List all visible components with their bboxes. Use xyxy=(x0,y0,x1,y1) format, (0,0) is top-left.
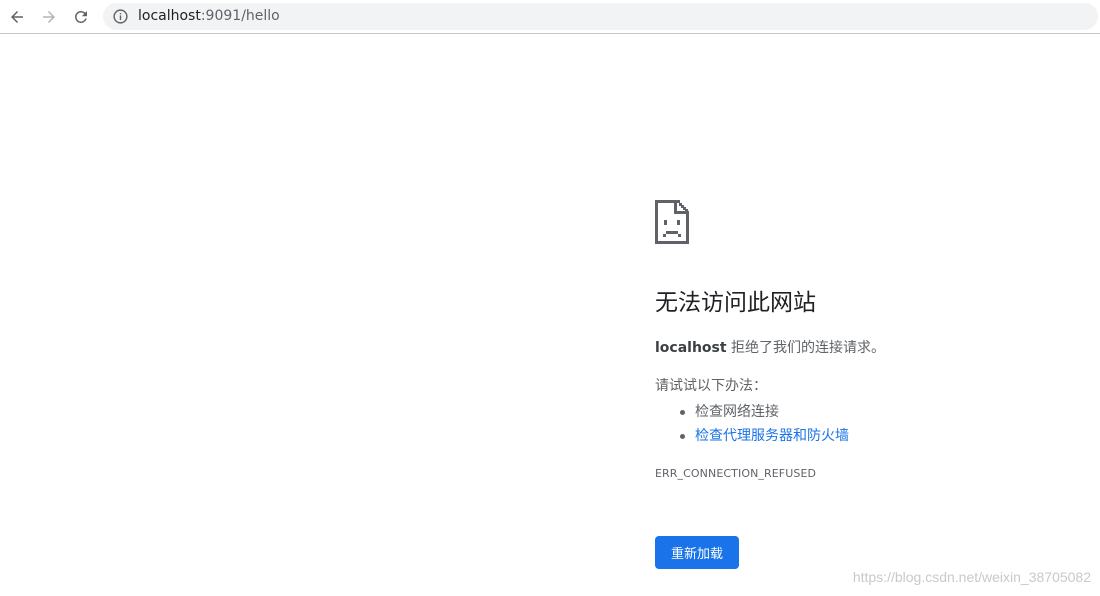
suggestion-check-proxy-link[interactable]: 检查代理服务器和防火墙 xyxy=(655,424,849,448)
suggestions-list: 检查网络连接 检查代理服务器和防火墙 xyxy=(655,400,849,448)
summary-text: 拒绝了我们的连接请求。 xyxy=(726,340,886,356)
reload-page-button[interactable] xyxy=(68,4,94,30)
error-code: ERR_CONNECTION_REFUSED xyxy=(655,467,817,480)
url-host: localhost xyxy=(138,8,201,24)
watermark-text: https://blog.csdn.net/weixin_38705082 xyxy=(852,569,1091,585)
address-bar[interactable]: localhost:9091/hello xyxy=(103,3,1098,30)
summary-host: localhost xyxy=(655,340,727,356)
info-circle-icon[interactable] xyxy=(112,8,129,25)
error-summary: localhost 拒绝了我们的连接请求。 xyxy=(655,338,885,358)
error-heading: 无法访问此网站 xyxy=(655,290,816,316)
sad-page-icon xyxy=(655,200,689,244)
suggestions-title: 请试试以下办法： xyxy=(655,378,767,394)
reload-icon xyxy=(74,10,87,23)
url-path: :9091/hello xyxy=(200,8,280,24)
arrow-left-icon xyxy=(11,11,23,23)
reload-button[interactable]: 重新加载 xyxy=(655,536,739,569)
suggestion-check-connection: 检查网络连接 xyxy=(655,400,849,424)
back-button[interactable] xyxy=(4,4,30,30)
browser-toolbar: localhost:9091/hello xyxy=(0,0,1100,34)
forward-button[interactable] xyxy=(36,4,62,30)
arrow-right-icon xyxy=(43,11,55,23)
url-text[interactable]: localhost:9091/hello xyxy=(138,7,280,26)
